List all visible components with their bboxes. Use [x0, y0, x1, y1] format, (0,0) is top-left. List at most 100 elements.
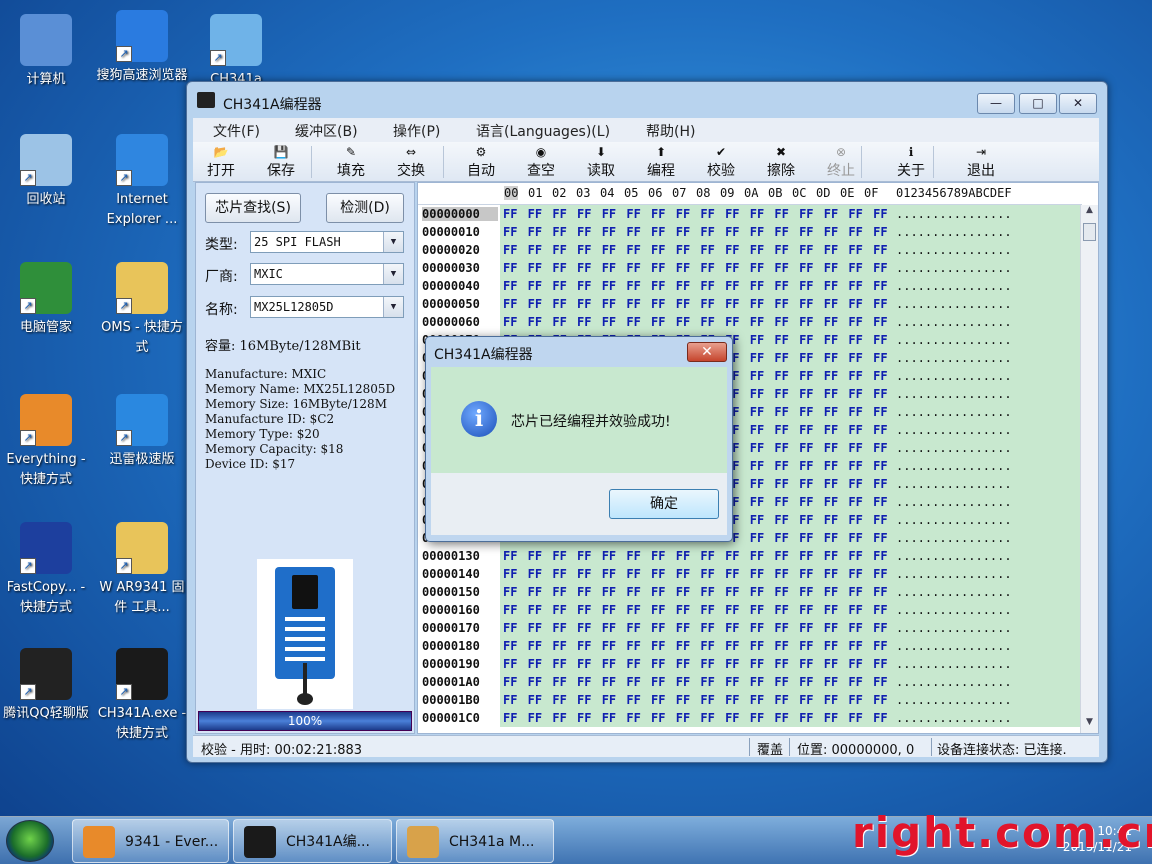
dialog-close-button[interactable]: ✕	[687, 342, 727, 362]
folder-icon: ↗	[210, 14, 262, 66]
status-position: 位置: 00000000, 0	[797, 743, 915, 758]
hex-column-header: 09	[720, 186, 735, 200]
taskbar-button[interactable]: 9341 - Ever...	[72, 819, 229, 863]
chip-find-button[interactable]: 芯片查找(S)	[205, 193, 301, 223]
start-button[interactable]	[6, 820, 54, 862]
hex-column-header: 05	[624, 186, 639, 200]
watermark: right.com.cn	[852, 808, 1152, 857]
hex-bytes: FF FF FF FF FF FF FF FF FF FF FF FF FF F…	[500, 313, 890, 331]
desktop-icon[interactable]: ↗ 回收站	[0, 134, 92, 210]
toolbar-exit-button[interactable]: ⇥ 退出	[957, 144, 1005, 180]
hex-ascii: ................	[890, 673, 1082, 691]
menu-buffer[interactable]: 缓冲区(B)	[295, 121, 358, 141]
type-label: 类型:	[205, 237, 238, 253]
name-select[interactable]: MX25L12805D ▼	[250, 296, 404, 318]
desktop-icon[interactable]: 计算机	[0, 14, 92, 90]
toolbar-label: 自动	[467, 163, 495, 179]
hex-row[interactable]: 00000160 FF FF FF FF FF FF FF FF FF FF FF…	[418, 601, 1082, 619]
title-bar[interactable]: CH341A编程器 — □ ✕	[187, 82, 1107, 118]
close-button[interactable]: ✕	[1059, 93, 1097, 114]
hex-row[interactable]: 00000040 FF FF FF FF FF FF FF FF FF FF FF…	[418, 277, 1082, 295]
toolbar-swap-button[interactable]: ⇔ 交换	[387, 144, 435, 180]
hex-address: 00000130	[422, 549, 480, 563]
hex-row[interactable]: 000001A0 FF FF FF FF FF FF FF FF FF FF FF…	[418, 673, 1082, 691]
hex-row[interactable]: 00000030 FF FF FF FF FF FF FF FF FF FF FF…	[418, 259, 1082, 277]
scroll-thumb[interactable]	[1083, 223, 1096, 241]
hex-row[interactable]: 00000050 FF FF FF FF FF FF FF FF FF FF FF…	[418, 295, 1082, 313]
hex-row[interactable]: 00000150 FF FF FF FF FF FF FF FF FF FF FF…	[418, 583, 1082, 601]
scroll-up-icon[interactable]: ▲	[1081, 205, 1098, 221]
shortcut-arrow-icon: ↗	[20, 430, 36, 446]
detect-button[interactable]: 检测(D)	[326, 193, 404, 223]
toolbar-read-button[interactable]: ⬇ 读取	[577, 144, 625, 180]
hex-row[interactable]: 00000190 FF FF FF FF FF FF FF FF FF FF FF…	[418, 655, 1082, 673]
hex-column-header: 02	[552, 186, 567, 200]
shortcut-arrow-icon: ↗	[210, 50, 226, 66]
verify-icon: ✔	[715, 145, 727, 159]
desktop-icon[interactable]: ↗ Internet Explorer ...	[96, 134, 188, 230]
chevron-down-icon: ▼	[383, 264, 403, 284]
hex-row[interactable]: 000001C0 FF FF FF FF FF FF FF FF FF FF FF…	[418, 709, 1082, 727]
minimize-button[interactable]: —	[977, 93, 1015, 114]
menu-file[interactable]: 文件(F)	[213, 121, 260, 141]
internet-explorer-icon: ↗	[116, 134, 168, 186]
toolbar-verify-button[interactable]: ✔ 校验	[697, 144, 745, 180]
hex-address: 00000020	[422, 243, 480, 257]
dialog-body: i 芯片已经编程并效验成功!	[431, 367, 727, 473]
hex-row[interactable]: 00000060 FF FF FF FF FF FF FF FF FF FF FF…	[418, 313, 1082, 331]
name-value: MX25L12805D	[254, 300, 334, 314]
desktop-icon-label: 回收站	[26, 192, 66, 207]
desktop-icon[interactable]: ↗ 迅雷极速版	[96, 394, 188, 470]
hex-address: 00000160	[422, 603, 480, 617]
toolbar-erase-button[interactable]: ✖ 擦除	[757, 144, 805, 180]
toolbar-about-button[interactable]: ℹ 关于	[887, 144, 935, 180]
menu-language[interactable]: 语言(Languages)(L)	[476, 121, 610, 141]
chip-panel: 芯片查找(S) 检测(D) 类型: 25 SPI FLASH ▼ 厂商: MXIC…	[195, 182, 415, 734]
type-select[interactable]: 25 SPI FLASH ▼	[250, 231, 404, 253]
vendor-select[interactable]: MXIC ▼	[250, 263, 404, 285]
desktop-icon[interactable]: ↗ W AR9341 固件 工具...	[96, 522, 188, 618]
toolbar-program-button[interactable]: ⬆ 编程	[637, 144, 685, 180]
hex-row[interactable]: 00000140 FF FF FF FF FF FF FF FF FF FF FF…	[418, 565, 1082, 583]
ok-button[interactable]: 确定	[609, 489, 719, 519]
desktop-icon[interactable]: ↗ CH341a	[190, 14, 282, 90]
hex-row[interactable]: 00000170 FF FF FF FF FF FF FF FF FF FF FF…	[418, 619, 1082, 637]
scroll-down-icon[interactable]: ▼	[1081, 717, 1098, 733]
hex-row[interactable]: 000001B0 FF FF FF FF FF FF FF FF FF FF FF…	[418, 691, 1082, 709]
desktop-icon[interactable]: ↗ OMS - 快捷方式	[96, 262, 188, 358]
desktop-icon[interactable]: ↗ 腾讯QQ轻聊版	[0, 648, 92, 724]
desktop-icon[interactable]: ↗ 电脑管家	[0, 262, 92, 338]
toolbar-save-button[interactable]: 💾 保存	[257, 144, 305, 180]
toolbar-blank-check-button[interactable]: ◉ 查空	[517, 144, 565, 180]
hex-row[interactable]: 00000010 FF FF FF FF FF FF FF FF FF FF FF…	[418, 223, 1082, 241]
desktop-icon[interactable]: ↗ Everything - 快捷方式	[0, 394, 92, 490]
shortcut-arrow-icon: ↗	[116, 46, 132, 62]
toolbar-fill-button[interactable]: ✎ 填充	[327, 144, 375, 180]
desktop-icon[interactable]: ↗ FastCopy... - 快捷方式	[0, 522, 92, 618]
toolbar: 📂 打开 💾 保存 ✎ 填充 ⇔ 交换 ⚙ 自动 ◉ 查空 ⬇ 读取 ⬆ 编程 ✔ 校验 ✖ 擦除 ⊗ 终止 ℹ 关于 ⇥ 退出	[193, 142, 1099, 182]
taskbar-button[interactable]: CH341A编...	[233, 819, 392, 863]
toolbar-label: 读取	[587, 163, 615, 179]
vertical-scrollbar[interactable]: ▲ ▼	[1080, 205, 1098, 733]
hex-row[interactable]: 00000000 FF FF FF FF FF FF FF FF FF FF FF…	[418, 205, 1082, 223]
dialog-footer: 确定	[431, 473, 727, 535]
hex-bytes: FF FF FF FF FF FF FF FF FF FF FF FF FF F…	[500, 241, 890, 259]
taskbar-button[interactable]: CH341a M...	[396, 819, 554, 863]
auto-icon: ⚙	[475, 145, 487, 159]
hex-address: 00000040	[422, 279, 480, 293]
desktop-icon-label: 计算机	[26, 72, 66, 87]
hex-ascii: ................	[890, 439, 1082, 457]
window-title: CH341A编程器	[223, 97, 322, 113]
maximize-button[interactable]: □	[1019, 93, 1057, 114]
menu-help[interactable]: 帮助(H)	[646, 121, 695, 141]
toolbar-auto-button[interactable]: ⚙ 自动	[457, 144, 505, 180]
hex-row[interactable]: 00000020 FF FF FF FF FF FF FF FF FF FF FF…	[418, 241, 1082, 259]
desktop-icon[interactable]: ↗ 搜狗高速浏览器	[96, 10, 188, 86]
toolbar-stop-button[interactable]: ⊗ 终止	[817, 144, 865, 180]
hex-row[interactable]: 00000130 FF FF FF FF FF FF FF FF FF FF FF…	[418, 547, 1082, 565]
hex-row[interactable]: 00000180 FF FF FF FF FF FF FF FF FF FF FF…	[418, 637, 1082, 655]
chip-info-line: Memory Size: 16MByte/128M	[205, 397, 387, 411]
menu-operation[interactable]: 操作(P)	[393, 121, 440, 141]
toolbar-open-button[interactable]: 📂 打开	[197, 144, 245, 180]
desktop-icon[interactable]: ↗ CH341A.exe - 快捷方式	[96, 648, 188, 744]
